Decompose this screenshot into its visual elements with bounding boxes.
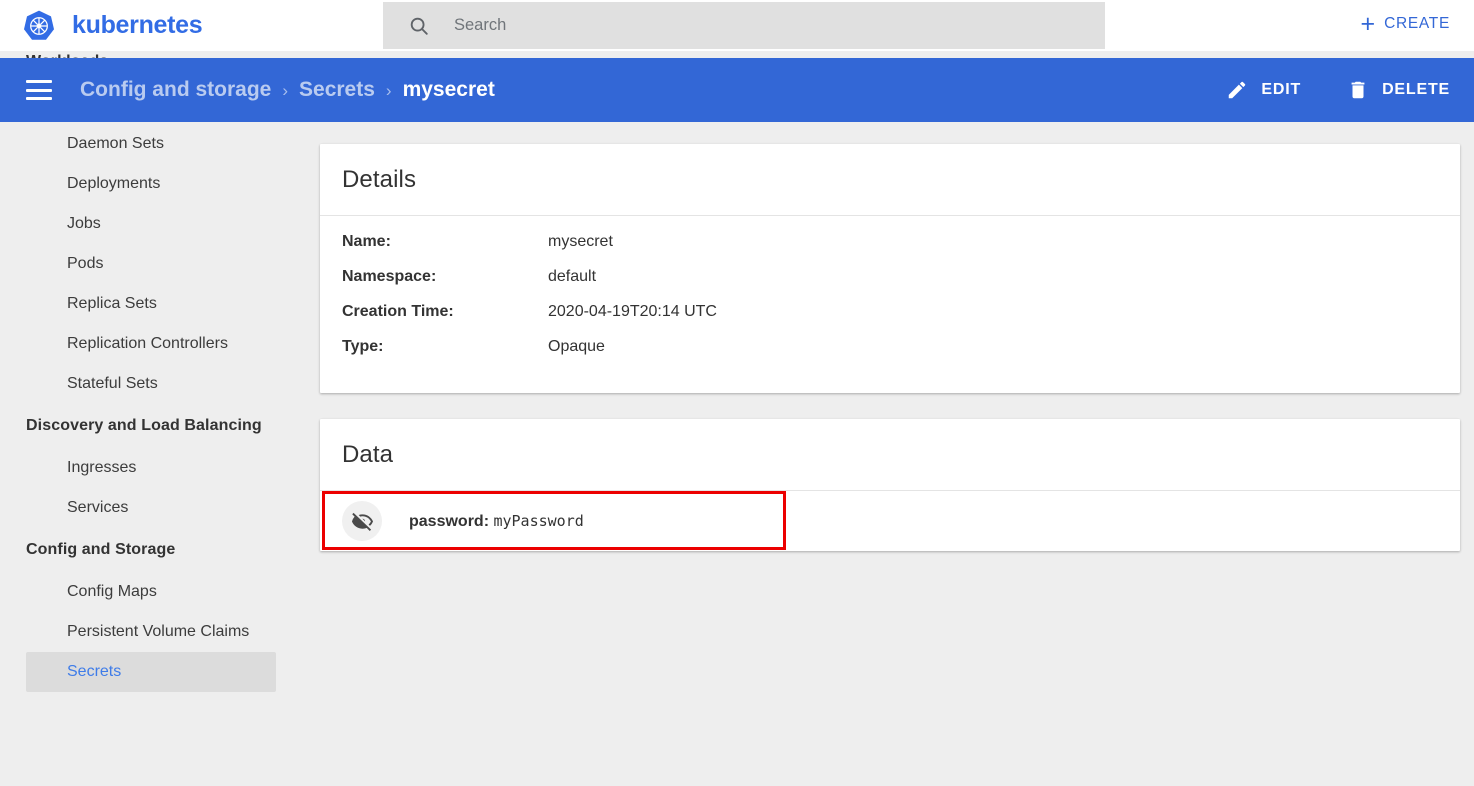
detail-row: Type:Opaque (342, 338, 1438, 373)
sidebar-item-config-maps[interactable]: Config Maps (26, 572, 276, 612)
edit-button[interactable]: EDIT (1220, 78, 1307, 102)
data-entry-value: myPassword (493, 512, 583, 530)
search-icon (408, 15, 430, 37)
brand-name: kubernetes (72, 11, 202, 40)
data-entry-key: password: (409, 513, 489, 530)
sidebar-item-replica-sets[interactable]: Replica Sets (26, 284, 276, 324)
breadcrumb-separator-icon: › (282, 82, 288, 99)
breadcrumb-item-mysecret: mysecret (403, 78, 495, 102)
main-content: Details Name:mysecretNamespace:defaultCr… (300, 122, 1474, 786)
search-input[interactable] (452, 11, 1052, 41)
data-entry-text: password: myPassword (409, 512, 584, 531)
detail-row: Creation Time:2020-04-19T20:14 UTC (342, 303, 1438, 338)
top-bar: kubernetes + CREATE (0, 0, 1474, 51)
create-button-label: CREATE (1384, 15, 1450, 33)
sidebar-item-services[interactable]: Services (26, 488, 276, 528)
sidebar-item-ingresses[interactable]: Ingresses (26, 448, 276, 488)
eye-off-visibility-icon[interactable] (342, 501, 382, 541)
sidebar-item-daemon-sets[interactable]: Daemon Sets (26, 124, 276, 164)
detail-value: Opaque (548, 338, 605, 356)
action-bar: Config and storage › Secrets › mysecret EDIT… (0, 58, 1474, 122)
sidebar-item-deployments[interactable]: Deployments (26, 164, 276, 204)
edit-button-label: EDIT (1261, 81, 1301, 99)
kubernetes-helm-logo-icon (22, 9, 56, 43)
breadcrumb-item-secrets[interactable]: Secrets (299, 78, 375, 102)
action-bar-buttons: EDIT DELETE (1186, 78, 1456, 102)
delete-button[interactable]: DELETE (1341, 78, 1456, 102)
sidebar-item-persistent-volume-claims[interactable]: Persistent Volume Claims (26, 612, 276, 652)
detail-value: mysecret (548, 233, 613, 251)
sidebar-item-pods[interactable]: Pods (26, 244, 276, 284)
data-card-body: password: myPassword (320, 491, 1460, 551)
search-bar[interactable] (383, 2, 1105, 49)
breadcrumb-item-config-and-storage[interactable]: Config and storage (80, 78, 271, 102)
sidebar-nav: WorkloadsCron JobsDaemon SetsDeployments… (0, 96, 300, 692)
trash-delete-icon (1347, 79, 1369, 101)
sidebar-item-secrets[interactable]: Secrets (26, 652, 276, 692)
details-card-header: Details (320, 144, 1460, 216)
details-card-body: Name:mysecretNamespace:defaultCreation T… (320, 216, 1460, 393)
detail-value: default (548, 268, 596, 286)
hamburger-menu-icon[interactable] (26, 80, 52, 100)
sidebar-heading-discovery-and-load-balancing: Discovery and Load Balancing (0, 404, 300, 448)
detail-key: Creation Time: (342, 303, 548, 321)
sidebar-heading-config-and-storage: Config and Storage (0, 528, 300, 572)
pencil-edit-icon (1226, 79, 1248, 101)
detail-key: Name: (342, 233, 548, 251)
detail-key: Namespace: (342, 268, 548, 286)
breadcrumb: Config and storage › Secrets › mysecret (80, 78, 495, 102)
plus-icon: + (1360, 15, 1375, 33)
sidebar[interactable]: WorkloadsCron JobsDaemon SetsDeployments… (0, 51, 300, 786)
data-card: Data password: myPassword (320, 419, 1460, 551)
detail-value: 2020-04-19T20:14 UTC (548, 303, 717, 321)
details-card-title: Details (342, 166, 416, 194)
detail-row: Namespace:default (342, 268, 1438, 303)
data-card-header: Data (320, 419, 1460, 491)
brand[interactable]: kubernetes (22, 9, 362, 43)
data-entry-row[interactable]: password: myPassword (320, 491, 1460, 551)
detail-key: Type: (342, 338, 548, 356)
create-button[interactable]: + CREATE (1350, 9, 1460, 39)
detail-row: Name:mysecret (342, 233, 1438, 268)
data-card-title: Data (342, 441, 393, 469)
details-card: Details Name:mysecretNamespace:defaultCr… (320, 144, 1460, 393)
sidebar-item-stateful-sets[interactable]: Stateful Sets (26, 364, 276, 404)
sidebar-item-jobs[interactable]: Jobs (26, 204, 276, 244)
delete-button-label: DELETE (1382, 81, 1450, 99)
breadcrumb-separator-icon: › (386, 82, 392, 99)
sidebar-item-replication-controllers[interactable]: Replication Controllers (26, 324, 276, 364)
